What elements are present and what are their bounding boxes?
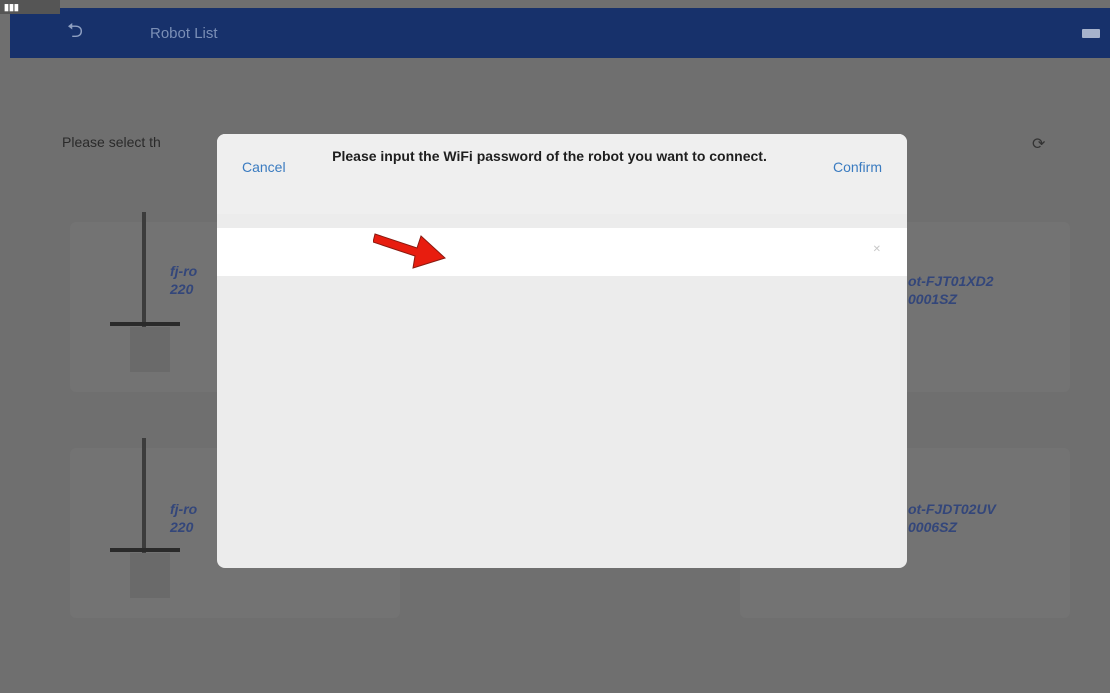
signal-icon: ▮▮▮: [4, 1, 19, 12]
confirm-button[interactable]: Confirm: [833, 159, 882, 175]
wifi-password-dialog: Cancel Please input the WiFi password of…: [217, 134, 907, 568]
battery-icon: [1082, 28, 1100, 38]
app-header: ⮌ Robot List: [10, 8, 1110, 58]
robot-name: fj-ro 220: [170, 263, 198, 297]
page-title: Robot List: [150, 24, 218, 42]
back-button[interactable]: ⮌: [50, 8, 100, 58]
wifi-password-input[interactable]: [217, 228, 907, 276]
back-arrow-icon: ⮌: [66, 20, 84, 42]
robot-name: fj-ro 220: [170, 501, 198, 535]
clear-icon[interactable]: ✕: [873, 244, 881, 255]
robot-name: ot-FJT01XD2 0001SZ: [908, 273, 994, 307]
cancel-button[interactable]: Cancel: [242, 159, 286, 175]
dialog-title: Please input the WiFi password of the ro…: [332, 148, 767, 164]
refresh-icon[interactable]: ⟳: [1032, 134, 1045, 154]
select-robot-prompt: Please select th: [62, 134, 161, 150]
dialog-header: Cancel Please input the WiFi password of…: [217, 134, 907, 214]
robot-name: ot-FJDT02UV 0006SZ: [908, 501, 996, 535]
system-status-bar: ▮▮▮: [0, 0, 60, 14]
pointer-arrow-icon: [373, 233, 446, 269]
password-input-row: ✕: [217, 228, 907, 276]
header-status: [1082, 8, 1100, 58]
